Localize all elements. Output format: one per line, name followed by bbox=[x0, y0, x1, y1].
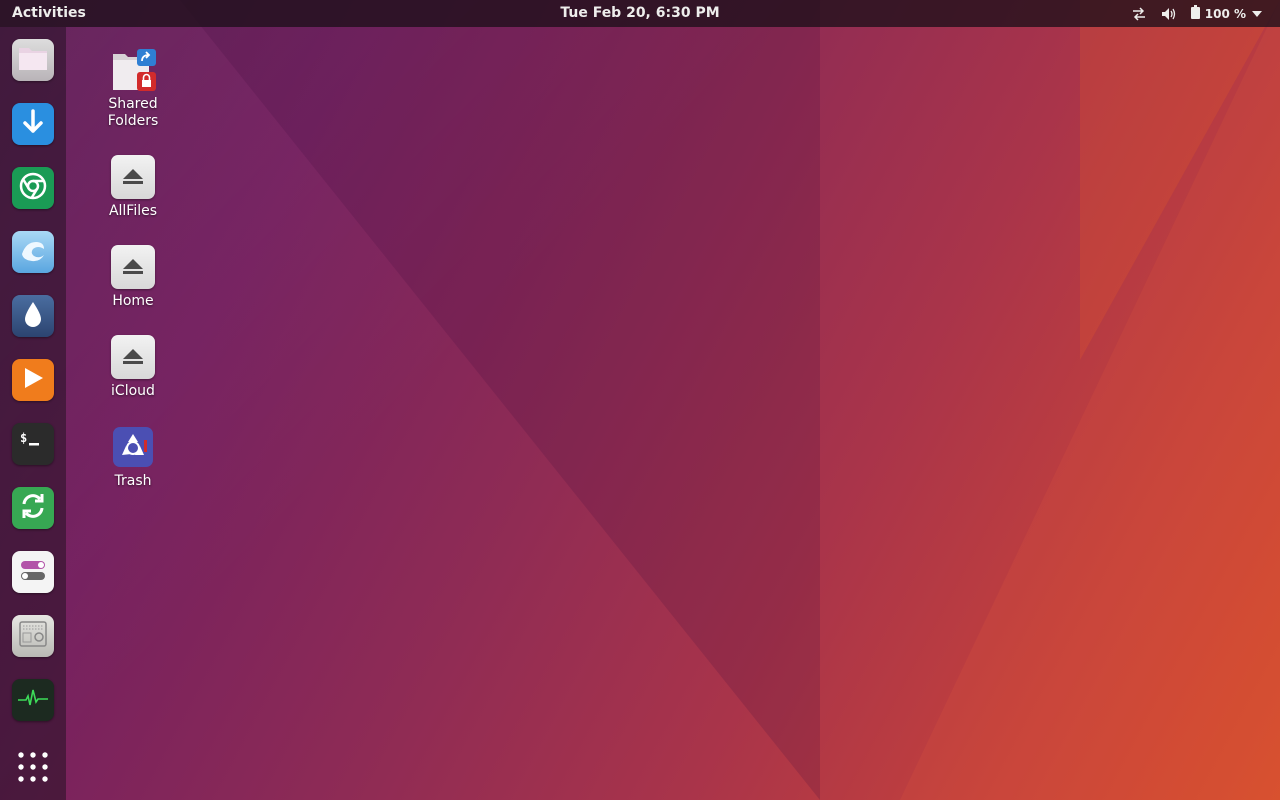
eject-drive-icon bbox=[111, 335, 155, 379]
wallpaper-facet bbox=[900, 0, 1280, 800]
folder-icon bbox=[17, 44, 49, 76]
play-icon bbox=[21, 366, 45, 394]
dock-item-browser-wave[interactable] bbox=[12, 231, 54, 273]
battery-indicator[interactable]: 100 % bbox=[1190, 4, 1262, 23]
dock-item-terminal[interactable]: $ bbox=[12, 423, 54, 465]
desktop-icon-label: Home bbox=[112, 293, 154, 309]
chrome-icon bbox=[19, 172, 47, 204]
desktop-icon-label: AllFiles bbox=[108, 203, 158, 219]
desktop-icon-icloud[interactable]: iCloud bbox=[88, 335, 178, 400]
desktop-icon-label: Trash bbox=[114, 473, 152, 489]
dock-item-files[interactable] bbox=[12, 39, 54, 81]
battery-icon bbox=[1190, 4, 1200, 23]
activities-button[interactable]: Activities bbox=[12, 0, 86, 27]
desktop-icon-home[interactable]: Home bbox=[88, 245, 178, 310]
desktop-screen: Activities Tue Feb 20, 6:30 PM 100 % $ S… bbox=[0, 0, 1280, 800]
top-bar: Activities Tue Feb 20, 6:30 PM 100 % bbox=[0, 0, 1280, 27]
dock-item-settings[interactable] bbox=[12, 551, 54, 593]
sync-icon bbox=[18, 491, 48, 525]
water-drop-icon bbox=[23, 300, 43, 332]
desktop-icon-label: Folders bbox=[107, 113, 159, 129]
eject-drive-icon bbox=[111, 155, 155, 199]
heartbeat-icon bbox=[17, 688, 49, 712]
dock-item-media-player[interactable] bbox=[12, 359, 54, 401]
toggle-switches-icon bbox=[19, 558, 47, 586]
desktop-icon-shared-folders[interactable]: Shared Folders bbox=[88, 48, 178, 130]
desktop-icon-trash[interactable]: Trash bbox=[88, 425, 178, 490]
wave-icon bbox=[18, 236, 48, 268]
dock-item-system-monitor[interactable] bbox=[12, 679, 54, 721]
wallpaper-facet bbox=[180, 0, 820, 800]
desktop-icon-label: iCloud bbox=[111, 383, 155, 399]
volume-icon[interactable] bbox=[1161, 7, 1177, 21]
app-grid-icon bbox=[15, 752, 51, 789]
menu-arrow-icon[interactable] bbox=[1252, 10, 1262, 17]
dock-item-downloader[interactable] bbox=[12, 103, 54, 145]
system-tray[interactable]: 100 % bbox=[1117, 0, 1262, 27]
dock-item-radio[interactable] bbox=[12, 615, 54, 657]
battery-percent: 100 % bbox=[1204, 6, 1246, 21]
dock-item-chrome[interactable] bbox=[12, 167, 54, 209]
dock: $ bbox=[0, 27, 66, 800]
desktop-icon-label: Shared bbox=[108, 96, 158, 112]
clock-label[interactable]: Tue Feb 20, 6:30 PM bbox=[560, 5, 719, 21]
clock: Tue Feb 20, 6:30 PM bbox=[0, 0, 1280, 27]
dock-item-drop[interactable] bbox=[12, 295, 54, 337]
download-arrow-icon bbox=[21, 109, 45, 139]
terminal-icon: $ bbox=[18, 430, 48, 458]
eject-drive-icon bbox=[111, 245, 155, 289]
svg-text:$: $ bbox=[20, 431, 27, 445]
trash-icon bbox=[111, 425, 155, 469]
show-applications-button[interactable] bbox=[15, 749, 51, 785]
wallpaper-facet bbox=[1080, 0, 1280, 360]
desktop-icon-allfiles[interactable]: AllFiles bbox=[88, 155, 178, 220]
shared-folder-icon bbox=[111, 48, 156, 92]
radio-icon bbox=[18, 619, 48, 653]
network-icon[interactable] bbox=[1131, 6, 1147, 21]
dock-item-sync[interactable] bbox=[12, 487, 54, 529]
wallpaper-highlight bbox=[0, 0, 1280, 800]
